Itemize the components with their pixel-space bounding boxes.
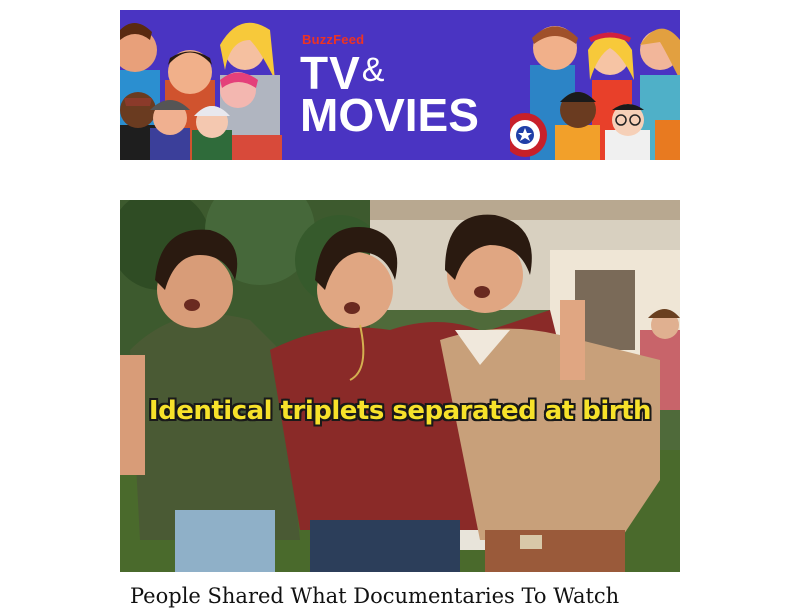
article-thumbnail-image[interactable]: Identical triplets separated at birth <box>120 200 680 572</box>
article-headline-link[interactable]: People Shared What Documentaries To Watc… <box>130 584 619 608</box>
logo-title-tv: TV& <box>300 49 510 96</box>
cartoon-characters-right-illustration <box>510 10 680 160</box>
logo-ampersand: & <box>361 51 386 89</box>
tv-movies-banner[interactable]: BuzzFeed TV& MOVIES <box>120 10 680 160</box>
cartoon-characters-left-illustration <box>120 10 290 160</box>
buzzfeed-wordmark: BuzzFeed <box>302 32 365 47</box>
tv-movies-logo[interactable]: BuzzFeed TV& MOVIES <box>300 32 510 141</box>
logo-title-movies: MOVIES <box>300 89 479 141</box>
image-caption-overlay: Identical triplets separated at birth <box>148 396 652 426</box>
triplets-photo-illustration <box>120 200 680 572</box>
